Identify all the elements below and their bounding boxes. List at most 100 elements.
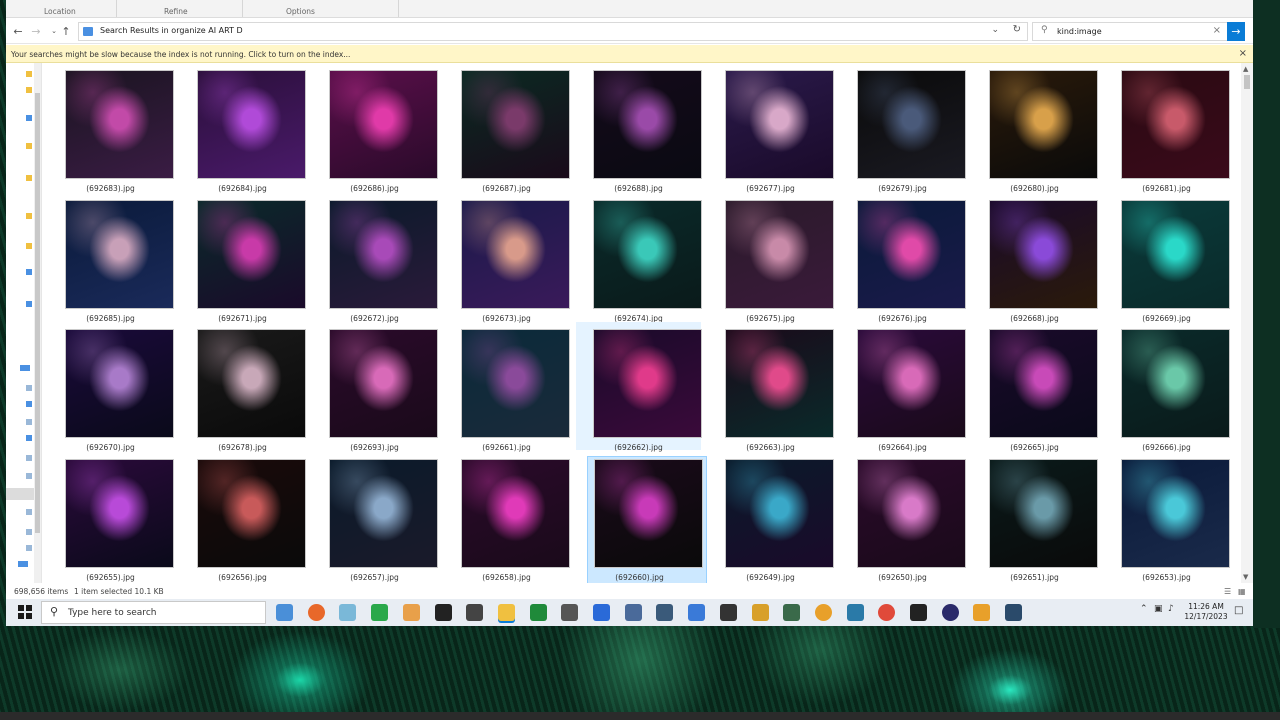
image-thumbnail[interactable] <box>197 70 306 179</box>
image-thumbnail[interactable] <box>329 70 438 179</box>
file-tile[interactable]: (692687).jpg <box>444 63 570 193</box>
file-tile[interactable]: (692657).jpg <box>312 452 438 582</box>
nav-folder-icon[interactable] <box>26 143 32 149</box>
file-tile[interactable]: (692650).jpg <box>840 452 966 582</box>
nav-drive-icon[interactable] <box>26 401 32 407</box>
show-hidden-icons-icon[interactable]: ⌃ <box>1140 604 1148 614</box>
network-icon[interactable] <box>624 604 642 621</box>
file-tile[interactable]: (692693).jpg <box>312 322 438 452</box>
media-app-icon[interactable] <box>402 604 420 621</box>
image-thumbnail[interactable] <box>1121 199 1230 309</box>
address-dropdown-button[interactable]: ⌄ <box>991 25 999 35</box>
blue-square-icon[interactable] <box>593 604 610 621</box>
file-tile[interactable]: (692668).jpg <box>972 193 1098 323</box>
file-tile[interactable]: (692653).jpg <box>1104 452 1230 582</box>
nav-selected-item[interactable] <box>6 488 34 500</box>
file-tile[interactable]: (692672).jpg <box>312 193 438 323</box>
content-scrollbar[interactable]: ▲ ▼ <box>1241 63 1253 583</box>
close-infobar-button[interactable]: × <box>1239 48 1247 59</box>
large-icons-view-icon[interactable]: ▦ <box>1238 587 1246 596</box>
photo-app-icon[interactable] <box>1005 604 1023 621</box>
file-tile[interactable]: (692680).jpg <box>972 63 1098 193</box>
file-tile[interactable]: (692665).jpg <box>972 322 1098 452</box>
file-tile[interactable]: (692676).jpg <box>840 193 966 323</box>
nav-drive-icon[interactable] <box>26 473 32 479</box>
chrome-icon[interactable] <box>878 604 896 621</box>
nav-folder-icon[interactable] <box>26 269 32 275</box>
headset-icon[interactable] <box>814 604 832 621</box>
image-thumbnail[interactable] <box>857 70 966 179</box>
green-app-icon[interactable] <box>371 604 389 621</box>
image-thumbnail[interactable] <box>989 199 1098 309</box>
shield-app-icon[interactable] <box>783 604 801 621</box>
content-scroll-thumb[interactable] <box>1244 75 1250 89</box>
firefox-icon[interactable] <box>307 604 325 621</box>
image-thumbnail[interactable] <box>725 458 834 568</box>
back-button[interactable]: ← <box>10 24 26 39</box>
file-tile[interactable]: (692675).jpg <box>708 193 834 323</box>
file-tile[interactable]: (692660).jpg <box>587 455 707 583</box>
nav-drive-icon[interactable] <box>26 385 32 391</box>
file-tile[interactable]: (692666).jpg <box>1104 322 1230 452</box>
navigation-pane-scrollbar[interactable] <box>34 63 41 583</box>
image-thumbnail[interactable] <box>593 329 702 438</box>
image-thumbnail[interactable] <box>197 329 306 438</box>
image-thumbnail[interactable] <box>989 70 1098 179</box>
image-thumbnail[interactable] <box>857 199 966 309</box>
translate-icon[interactable] <box>688 604 706 621</box>
file-tile[interactable]: (692663).jpg <box>708 322 834 452</box>
file-tile[interactable]: (692656).jpg <box>180 452 306 582</box>
file-tile[interactable]: (692669).jpg <box>1104 193 1230 323</box>
image-thumbnail[interactable] <box>593 199 702 309</box>
nav-folder-icon[interactable] <box>26 87 32 93</box>
nav-folder-icon[interactable] <box>26 115 32 121</box>
nav-drive-icon[interactable] <box>26 455 32 461</box>
address-field[interactable]: Search Results in organize AI ART D ⌄ ↻ <box>78 22 1028 41</box>
image-thumbnail[interactable] <box>65 329 174 438</box>
camera-icon[interactable] <box>846 604 864 621</box>
calculator-icon[interactable] <box>656 604 674 621</box>
file-tile[interactable]: (692679).jpg <box>840 63 966 193</box>
tray-app-icon[interactable]: ▣ <box>1154 604 1163 614</box>
qr-app-icon[interactable] <box>910 604 927 621</box>
search-go-button[interactable]: → <box>1227 22 1245 41</box>
nav-drive-icon[interactable] <box>26 301 32 307</box>
details-view-icon[interactable]: ☰ <box>1224 587 1231 596</box>
image-thumbnail[interactable] <box>857 458 966 568</box>
volume-icon[interactable]: ♪ <box>1168 604 1174 614</box>
scroll-down-arrow-icon[interactable]: ▼ <box>1243 573 1248 581</box>
nav-folder-icon[interactable] <box>26 175 32 181</box>
network-icon[interactable] <box>18 561 28 567</box>
nav-drive-icon[interactable] <box>26 435 32 441</box>
image-thumbnail[interactable] <box>65 70 174 179</box>
image-thumbnail[interactable] <box>461 70 570 179</box>
file-tile[interactable]: (692671).jpg <box>180 193 306 323</box>
obs-icon[interactable] <box>466 604 484 621</box>
file-tile[interactable]: (692678).jpg <box>180 322 306 452</box>
search-input[interactable]: ⚲ kind:image × <box>1032 22 1228 41</box>
scroll-up-arrow-icon[interactable]: ▲ <box>1243 65 1248 73</box>
file-tile[interactable]: (692662).jpg <box>576 322 702 452</box>
image-thumbnail[interactable] <box>594 458 703 568</box>
image-thumbnail[interactable] <box>593 70 702 179</box>
file-tile[interactable]: (692655).jpg <box>48 452 174 582</box>
file-tile[interactable]: (692688).jpg <box>576 63 702 193</box>
image-thumbnail[interactable] <box>725 70 834 179</box>
file-tile[interactable]: (692651).jpg <box>972 452 1098 582</box>
notepad-icon[interactable] <box>339 604 357 621</box>
file-explorer-icon[interactable] <box>497 604 515 621</box>
text-app-icon[interactable] <box>719 604 737 621</box>
file-tile[interactable]: (692661).jpg <box>444 322 570 452</box>
file-tile[interactable]: (692681).jpg <box>1104 63 1230 193</box>
start-button[interactable] <box>18 605 32 619</box>
refresh-button[interactable]: ↻ <box>1013 24 1021 35</box>
file-tile[interactable]: (692686).jpg <box>312 63 438 193</box>
image-thumbnail[interactable] <box>65 199 174 309</box>
clear-search-button[interactable]: × <box>1213 25 1221 36</box>
nav-folder-icon[interactable] <box>26 213 32 219</box>
image-thumbnail[interactable] <box>329 199 438 309</box>
image-thumbnail[interactable] <box>725 329 834 438</box>
nav-drive-icon[interactable] <box>26 545 32 551</box>
nav-drive-icon[interactable] <box>26 509 32 515</box>
disk-app-icon[interactable] <box>941 604 959 621</box>
